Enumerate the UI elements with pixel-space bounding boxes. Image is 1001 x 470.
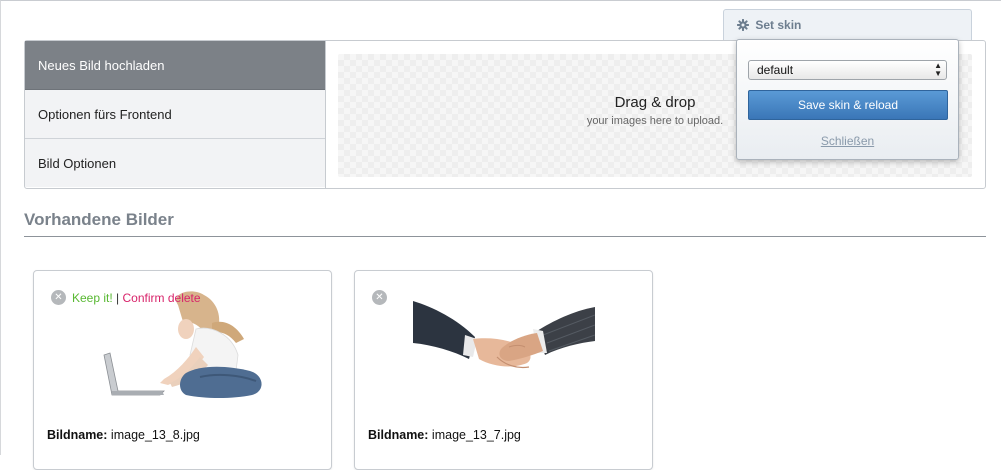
tab-image-options[interactable]: Bild Optionen (25, 139, 325, 187)
tab-new-image-upload[interactable]: Neues Bild hochladen (25, 41, 325, 90)
delete-icon[interactable]: ✕ (372, 290, 387, 305)
confirm-delete-link[interactable]: Confirm delete (123, 291, 201, 305)
delete-icon[interactable]: ✕ (51, 290, 66, 305)
save-skin-button[interactable]: Save skin & reload (748, 90, 948, 120)
upload-tabs: Neues Bild hochladen Optionen fürs Front… (25, 41, 326, 188)
delete-confirmation: Keep it! | Confirm delete (72, 291, 201, 305)
caption-label: Bildname: (47, 428, 108, 442)
skin-select-value: default (757, 63, 794, 77)
action-separator: | (116, 291, 120, 305)
gear-icon (737, 19, 749, 34)
image-filename: image_13_8.jpg (110, 428, 200, 442)
set-skin-tab[interactable]: Set skin (723, 9, 972, 40)
image-card: ✕ Bildname: image_13_7.jpg (354, 270, 653, 470)
skin-popup: default ▲ ▼ Save skin & reload Schließen (736, 39, 959, 160)
section-divider (24, 236, 986, 237)
tab-frontend-options[interactable]: Optionen fürs Frontend (25, 90, 325, 139)
section-heading: Vorhandene Bilder (24, 210, 174, 229)
image-card: ✕ Keep it! | Confirm delete Bildname: im… (33, 270, 332, 470)
image-caption: Bildname: image_13_8.jpg (47, 428, 200, 442)
select-arrows-icon: ▲ ▼ (934, 61, 942, 78)
close-link[interactable]: Schließen (737, 134, 958, 148)
skin-select[interactable]: default ▲ ▼ (748, 60, 947, 80)
caption-label: Bildname: (368, 428, 429, 442)
image-caption: Bildname: image_13_7.jpg (368, 428, 521, 442)
keep-it-link[interactable]: Keep it! (72, 291, 113, 305)
image-filename: image_13_7.jpg (431, 428, 521, 442)
image-thumbnail[interactable] (413, 285, 595, 403)
set-skin-label: Set skin (755, 18, 802, 32)
